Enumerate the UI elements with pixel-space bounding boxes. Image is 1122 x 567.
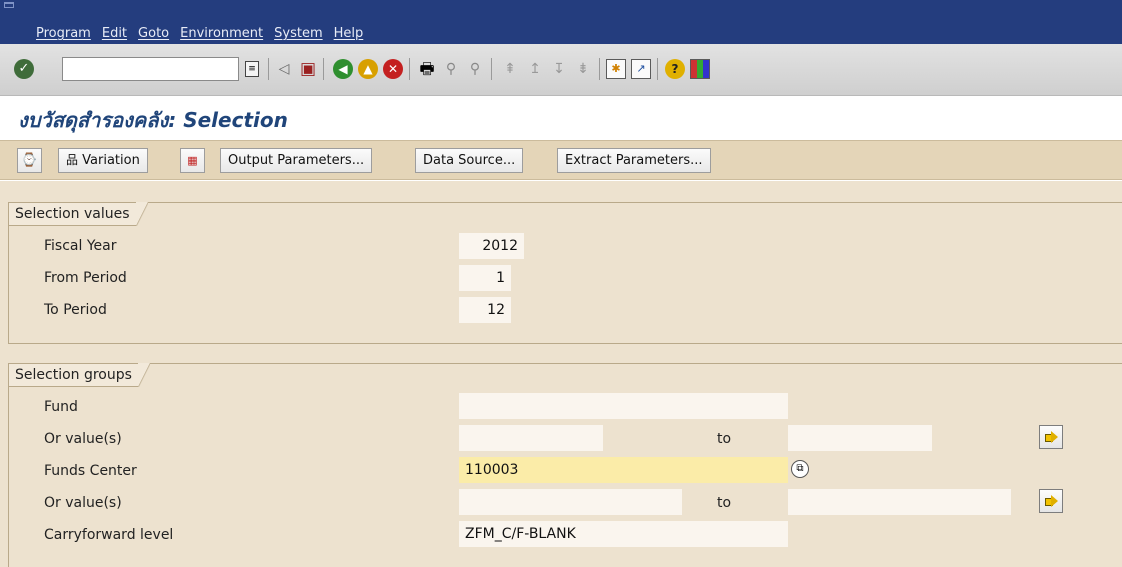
page-title: งบวัสดุสำรองคลัง: Selection <box>18 108 288 132</box>
from-period-label: From Period <box>44 270 127 286</box>
previous-page-icon[interactable]: ↥ <box>525 59 545 79</box>
selection-values-group: Selection values Fiscal Year From Period… <box>8 202 1122 344</box>
find-icon[interactable]: ⚲ <box>441 59 461 79</box>
to-label-2: to <box>717 495 732 511</box>
to-period-label: To Period <box>44 302 107 318</box>
variation-label: Variation <box>82 153 140 168</box>
execute-clock-icon: ⌚ <box>21 153 38 168</box>
layout-menu-icon[interactable] <box>690 59 710 79</box>
group-title: Selection values <box>8 202 147 226</box>
shortcut-icon[interactable]: ↗ <box>631 59 651 79</box>
exit-icon[interactable]: ▲ <box>358 59 378 79</box>
fund-to-field[interactable] <box>788 425 932 451</box>
to-label: to <box>717 431 732 447</box>
cancel-icon[interactable]: ✕ <box>383 59 403 79</box>
selection-groups-group: Selection groups Fund Or value(s) to Fun… <box>8 363 1122 567</box>
funds-center-to-field[interactable] <box>788 489 1011 515</box>
fund-from-field[interactable] <box>459 425 603 451</box>
command-history-icon[interactable]: ≡ <box>245 61 259 77</box>
enter-check-icon[interactable]: ✓ <box>14 59 34 79</box>
create-session-icon[interactable]: ✱ <box>606 59 626 79</box>
print-icon[interactable]: 🖶 <box>417 59 437 79</box>
fund-field[interactable] <box>459 393 788 419</box>
toolbar-separator <box>599 58 600 80</box>
funds-center-from-field[interactable] <box>459 489 682 515</box>
standard-toolbar: ✓ ≡ ◁ ▣ ◀ ▲ ✕ 🖶 ⚲ ⚲ ⇞ ↥ ↧ ⇟ ✱ ↗ ? <box>0 44 1122 96</box>
variation-button[interactable]: 品 Variation <box>58 148 148 173</box>
search-help-icon[interactable]: ⧉ <box>791 460 809 478</box>
toolbar-separator <box>409 58 410 80</box>
find-next-icon[interactable]: ⚲ <box>465 59 485 79</box>
save-icon[interactable]: ▣ <box>298 59 318 79</box>
multiple-selection-button-2[interactable] <box>1039 489 1063 513</box>
data-source-button[interactable]: Data Source... <box>415 148 524 173</box>
group-title: Selection groups <box>8 363 150 387</box>
fiscal-year-label: Fiscal Year <box>44 238 117 254</box>
window-menu-icon[interactable] <box>4 2 14 8</box>
help-icon[interactable]: ? <box>665 59 685 79</box>
to-period-field[interactable] <box>459 297 511 323</box>
output-parameters-button[interactable]: Output Parameters... <box>220 148 373 173</box>
funds-center-field[interactable] <box>459 457 788 483</box>
toolbar-separator <box>323 58 324 80</box>
or-values-label-2: Or value(s) <box>44 495 122 511</box>
calculator-icon: ▦ <box>187 154 198 167</box>
menu-system[interactable]: System <box>274 26 322 41</box>
menu-bar: Program Edit Goto Environment System Hel… <box>0 0 1122 44</box>
extract-parameters-button[interactable]: Extract Parameters... <box>557 148 711 173</box>
menu-edit[interactable]: Edit <box>102 26 127 41</box>
toolbar-separator <box>491 58 492 80</box>
menu-program[interactable]: Program <box>36 26 91 41</box>
toolbar-separator <box>657 58 658 80</box>
hierarchy-icon: 品 <box>66 153 79 167</box>
fiscal-year-field[interactable] <box>459 233 524 259</box>
carryforward-level-field[interactable] <box>459 521 788 547</box>
content-area: Selection values Fiscal Year From Period… <box>0 181 1122 567</box>
menu-environment[interactable]: Environment <box>180 26 263 41</box>
menu-help[interactable]: Help <box>334 26 364 41</box>
toolbar-separator <box>268 58 269 80</box>
command-field[interactable] <box>62 57 239 81</box>
carryforward-level-label: Carryforward level <box>44 527 174 543</box>
execute-button[interactable]: ⌚ <box>17 148 42 173</box>
fund-label: Fund <box>44 399 78 415</box>
last-page-icon[interactable]: ⇟ <box>573 59 593 79</box>
application-toolbar: ⌚ 品 Variation ▦ Output Parameters... Dat… <box>0 140 1122 180</box>
first-page-icon[interactable]: ⇞ <box>500 59 520 79</box>
menu-goto[interactable]: Goto <box>138 26 169 41</box>
next-page-icon[interactable]: ↧ <box>549 59 569 79</box>
or-values-label: Or value(s) <box>44 431 122 447</box>
multiple-selection-button[interactable] <box>1039 425 1063 449</box>
calculator-button[interactable]: ▦ <box>180 148 205 173</box>
funds-center-label: Funds Center <box>44 463 137 479</box>
back-arrow-icon[interactable]: ◁ <box>274 59 294 79</box>
from-period-field[interactable] <box>459 265 511 291</box>
back-icon[interactable]: ◀ <box>333 59 353 79</box>
